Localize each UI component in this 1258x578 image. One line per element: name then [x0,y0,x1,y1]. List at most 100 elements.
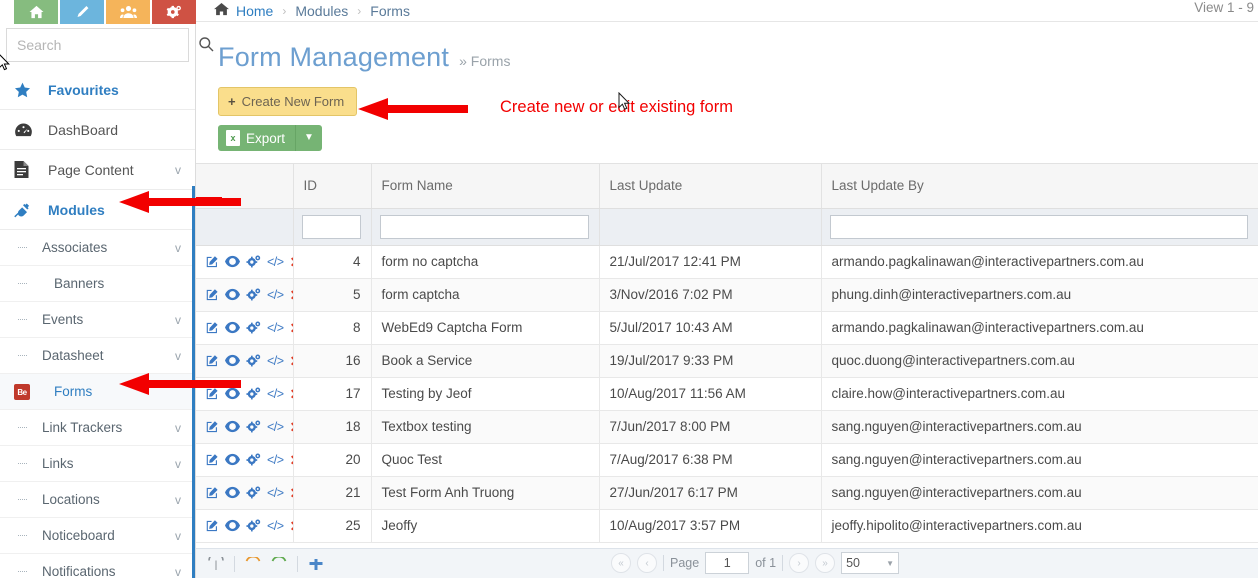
search-icon[interactable] [198,36,214,55]
breadcrumb-home[interactable]: Home [236,3,273,19]
preview-icon[interactable] [225,519,240,532]
delete-icon[interactable]: ✕ [290,355,293,367]
code-icon[interactable]: </> [267,453,284,467]
preview-icon[interactable] [225,453,240,466]
code-icon[interactable]: </> [267,255,284,269]
export-dropdown-toggle[interactable]: ▼ [295,125,322,151]
table-row[interactable]: </>✕20Quoc Test7/Aug/2017 6:38 PMsang.ng… [196,443,1258,476]
code-icon[interactable]: </> [267,288,284,302]
delete-icon[interactable]: ✕ [290,454,293,466]
sidebar-item-forms[interactable]: Be Forms [0,374,195,410]
breadcrumb-modules[interactable]: Modules [295,3,348,19]
preview-icon[interactable] [225,420,240,433]
table-row[interactable]: </>✕5form captcha3/Nov/2016 7:02 PMphung… [196,278,1258,311]
settings-icon[interactable] [246,387,261,400]
home-tile[interactable] [14,0,58,24]
column-header-form-name[interactable]: Form Name [371,164,599,208]
delete-icon[interactable]: ✕ [290,322,293,334]
search-input[interactable] [17,37,198,53]
preview-icon[interactable] [225,288,240,301]
settings-icon[interactable] [246,453,261,466]
edit-icon[interactable] [206,255,219,268]
code-icon[interactable]: </> [267,519,284,533]
column-header-last-update-by[interactable]: Last Update By [821,164,1258,208]
code-icon[interactable]: </> [267,387,284,401]
preview-icon[interactable] [225,387,240,400]
sidebar-item-link-trackers[interactable]: Link Trackers v [0,410,195,446]
add-icon[interactable] [308,556,324,572]
edit-icon[interactable] [206,354,219,367]
settings-icon[interactable] [246,486,261,499]
sidebar-item-dashboard[interactable]: DashBoard [0,110,195,150]
delete-icon[interactable]: ✕ [290,487,293,499]
table-row[interactable]: </>✕17Testing by Jeof10/Aug/2017 11:56 A… [196,377,1258,410]
edit-icon[interactable] [206,420,219,433]
delete-icon[interactable]: ✕ [290,388,293,400]
table-row[interactable]: </>✕4form no captcha21/Jul/2017 12:41 PM… [196,245,1258,278]
settings-icon[interactable] [246,321,261,334]
table-row[interactable]: </>✕8WebEd9 Captcha Form5/Jul/2017 10:43… [196,311,1258,344]
edit-icon[interactable] [206,387,219,400]
edit-icon[interactable] [206,288,219,301]
table-row[interactable]: </>✕21Test Form Anh Truong27/Jun/2017 6:… [196,476,1258,509]
preview-icon[interactable] [225,255,240,268]
column-header-id[interactable]: ID [293,164,371,208]
table-row[interactable]: </>✕18Textbox testing7/Jun/2017 8:00 PMs… [196,410,1258,443]
sidebar-item-associates[interactable]: Associates v [0,230,195,266]
code-icon[interactable]: </> [267,420,284,434]
first-page-button[interactable]: « [611,553,631,573]
filter-input-form-name[interactable] [380,215,589,239]
sidebar-item-events[interactable]: Events v [0,302,195,338]
edit-icon[interactable] [206,519,219,532]
sidebar-item-favourites[interactable]: Favourites [0,70,195,110]
sidebar-item-locations[interactable]: Locations v [0,482,195,518]
export-button[interactable]: x Export [218,125,295,151]
sidebar-item-banners[interactable]: Banners [0,266,195,302]
next-page-button[interactable]: › [789,553,809,573]
table-row[interactable]: </>✕16Book a Service19/Jul/2017 9:33 PMq… [196,344,1258,377]
sidebar-item-datasheet[interactable]: Datasheet v [0,338,195,374]
settings-icon[interactable] [246,519,261,532]
create-new-form-button[interactable]: + Create New Form [218,87,357,116]
filter-input-id[interactable] [302,215,361,239]
sidebar-search[interactable] [6,28,189,62]
sidebar-item-notifications[interactable]: Notifications v [0,554,195,578]
sidebar-item-page-content[interactable]: Page Content v [0,150,195,190]
edit-icon[interactable] [206,453,219,466]
page-size-select[interactable]: 50 ▼ [841,552,899,574]
delete-icon[interactable]: ✕ [290,256,293,268]
preview-icon[interactable] [225,321,240,334]
page-number-input[interactable]: 1 [705,552,749,574]
sidebar-item-links[interactable]: Links v [0,446,195,482]
code-icon[interactable]: </> [267,321,284,335]
settings-icon[interactable] [246,255,261,268]
delete-icon[interactable]: ✕ [290,520,293,532]
prev-page-button[interactable]: ‹ [637,553,657,573]
delete-icon[interactable]: ✕ [290,289,293,301]
refresh-icon[interactable] [271,556,287,572]
edit-icon[interactable] [206,321,219,334]
users-tile[interactable] [106,0,150,24]
preview-icon[interactable] [225,354,240,367]
settings-icon[interactable] [246,354,261,367]
delete-icon[interactable]: ✕ [290,421,293,433]
filter-clear-icon[interactable] [208,556,224,572]
settings-icon[interactable] [246,420,261,433]
sidebar-item-modules[interactable]: Modules [0,190,195,230]
edit-icon[interactable] [206,486,219,499]
code-icon[interactable]: </> [267,354,284,368]
filter-input-last-update-by[interactable] [830,215,1248,239]
preview-icon[interactable] [225,486,240,499]
settings-icon[interactable] [246,288,261,301]
code-icon[interactable]: </> [267,486,284,500]
sidebar-item-noticeboard[interactable]: Noticeboard v [0,518,195,554]
last-page-button[interactable]: » [815,553,835,573]
undo-icon[interactable] [245,556,261,572]
table-row[interactable]: </>✕25Jeoffy10/Aug/2017 3:57 PMjeoffy.hi… [196,509,1258,542]
column-header-actions[interactable] [196,164,293,208]
edit-tile[interactable] [60,0,104,24]
settings-tile[interactable] [152,0,196,24]
breadcrumb-forms[interactable]: Forms [370,3,410,19]
chevron-down-icon[interactable]: v [175,163,195,177]
column-header-last-update[interactable]: Last Update [599,164,821,208]
